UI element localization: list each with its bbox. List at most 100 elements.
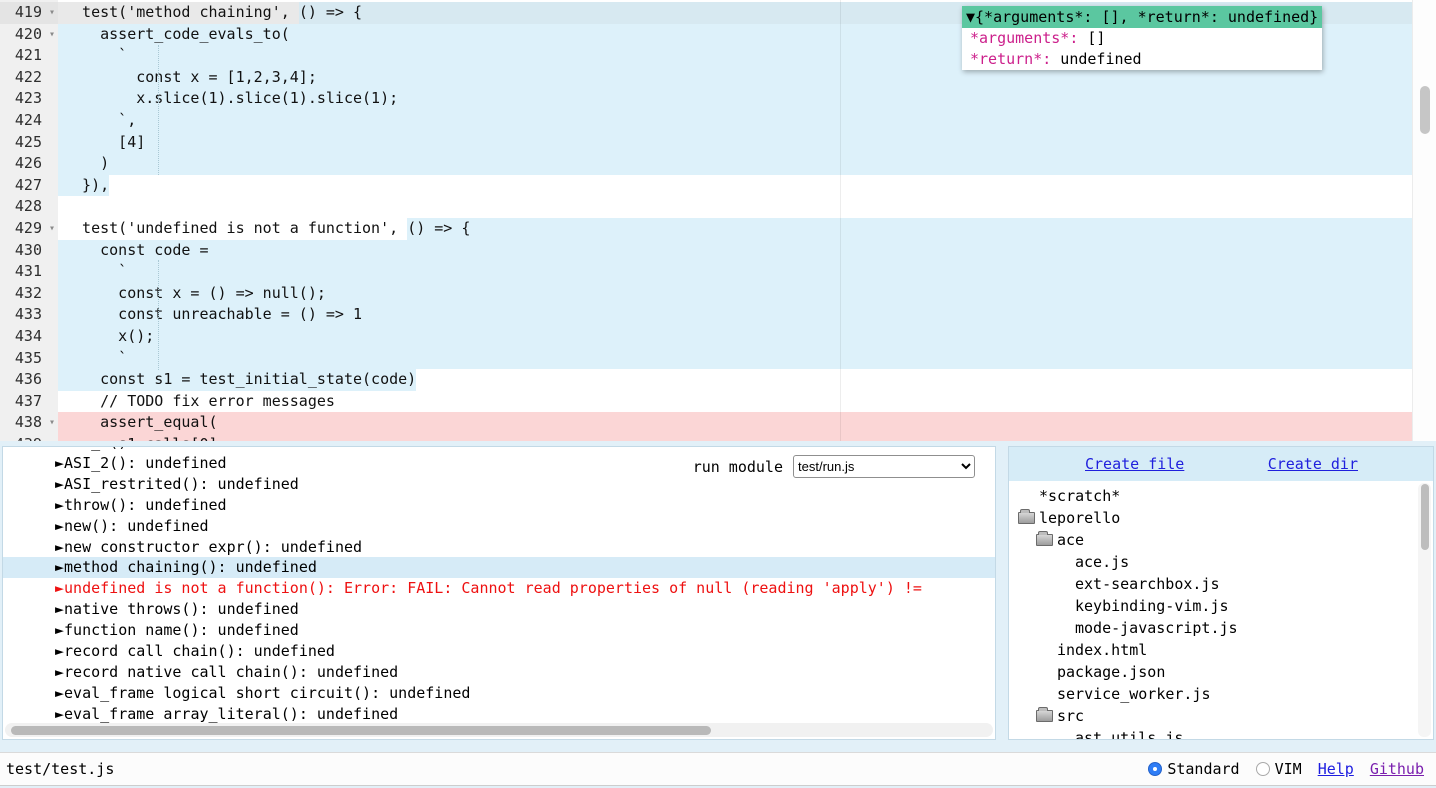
fold-arrow-icon[interactable]: ▾ (49, 24, 55, 46)
fold-arrow-icon[interactable]: ▾ (49, 2, 55, 24)
code-line[interactable]: x.slice(1).slice(1).slice(1); (58, 88, 1412, 110)
indent-guide (158, 45, 159, 175)
tree-folder[interactable]: ace (1009, 529, 1419, 551)
run-module-select[interactable]: test/run.js (793, 455, 975, 478)
code-line[interactable]: // TODO fix error messages (58, 391, 1412, 413)
test-result-row[interactable]: ►record call chain(): undefined (3, 641, 995, 662)
folder-icon (1036, 534, 1053, 546)
fold-arrow-icon[interactable]: ▾ (49, 218, 55, 240)
code-editor[interactable]: 419▾420▾421422423424425426427428429▾4304… (0, 0, 1436, 441)
code-token (64, 240, 100, 262)
expand-icon[interactable]: ► (55, 642, 64, 660)
test-result-row[interactable]: ►method chaining(): undefined (3, 557, 995, 578)
test-result-row[interactable]: ►native throws(): undefined (3, 599, 995, 620)
test-result-row[interactable]: ►new(): undefined (3, 516, 995, 537)
code-line[interactable]: test('undefined is not a function', () =… (58, 218, 1412, 240)
folder-icon (1036, 710, 1053, 722)
value-inspector-tooltip[interactable]: ▼{*arguments*: [], *return*: undefined} … (962, 6, 1322, 70)
create-file-button[interactable]: Create file (1085, 455, 1184, 473)
code-line[interactable]: ` (58, 348, 1412, 370)
output-hscrollbar-thumb[interactable] (11, 726, 711, 735)
code-line[interactable]: const x = [1,2,3,4]; (58, 67, 1412, 89)
tree-folder[interactable]: src (1009, 705, 1419, 727)
value-inspector-row[interactable]: *return*: undefined (962, 49, 1322, 70)
test-result-row[interactable]: ►throw(): undefined (3, 495, 995, 516)
tree-file[interactable]: *scratch* (1009, 485, 1419, 507)
code-token: ` (64, 261, 1412, 283)
keybinding-vim-option[interactable]: VIM (1256, 760, 1302, 778)
expand-icon[interactable]: ► (55, 538, 64, 556)
test-result-row[interactable]: ►eval_frame logical short circuit(): und… (3, 683, 995, 704)
code-token: , (281, 2, 299, 24)
code-line[interactable]: const unreachable = () => 1 (58, 304, 1412, 326)
tree-file[interactable]: ast_utils.js (1009, 727, 1419, 740)
code-line[interactable] (58, 196, 1412, 218)
code-line[interactable]: x(); (58, 326, 1412, 348)
expand-icon[interactable]: ► (55, 558, 64, 576)
tree-file[interactable]: index.html (1009, 639, 1419, 661)
code-line[interactable]: assert_equal( (58, 412, 1412, 434)
file-tree-panel: Create file Create dir *scratch*leporell… (1008, 446, 1434, 740)
code-line[interactable]: const x = () => null(); (58, 283, 1412, 305)
fold-arrow-icon[interactable]: ▾ (49, 412, 55, 434)
keybinding-standard-option[interactable]: Standard (1148, 760, 1239, 778)
code-line[interactable]: [4] (58, 132, 1412, 154)
tree-file[interactable]: keybinding-vim.js (1009, 595, 1419, 617)
tree-file[interactable]: service_worker.js (1009, 683, 1419, 705)
code-line[interactable]: `, (58, 110, 1412, 132)
code-line[interactable]: ` (58, 261, 1412, 283)
output-hscrollbar-track[interactable] (5, 723, 993, 737)
tree-file[interactable]: package.json (1009, 661, 1419, 683)
value-inspector-row[interactable]: *arguments*: [] (962, 28, 1322, 49)
code-line[interactable]: s1.calls[0], (58, 434, 1412, 441)
tree-scrollbar-thumb[interactable] (1421, 484, 1429, 550)
code-line[interactable]: const code = (58, 240, 1412, 262)
tree-file[interactable]: ext-searchbox.js (1009, 573, 1419, 595)
create-dir-button[interactable]: Create dir (1268, 455, 1358, 473)
code-token: s1.calls[0], (64, 434, 1412, 441)
code-token: => (434, 218, 452, 240)
code-line[interactable]: ) (58, 153, 1412, 175)
radio-standard-icon[interactable] (1148, 762, 1162, 776)
expand-icon[interactable]: ► (55, 517, 64, 535)
expand-icon[interactable]: ► (55, 600, 64, 618)
expand-icon[interactable]: ► (55, 454, 64, 472)
tree-folder[interactable]: leporello (1009, 507, 1419, 529)
expand-icon[interactable]: ► (55, 705, 64, 723)
editor-scrollbar-track[interactable] (1412, 0, 1436, 441)
indent-guide (158, 260, 159, 370)
radio-standard-label: Standard (1167, 760, 1239, 778)
value-inspector-header[interactable]: ▼{*arguments*: [], *return*: undefined} (962, 6, 1322, 28)
expand-icon[interactable]: ► (55, 621, 64, 639)
tree-scrollbar-track[interactable] (1418, 483, 1431, 737)
test-result-row[interactable]: ►function name(): undefined (3, 620, 995, 641)
tree-file[interactable]: ace.js (1009, 551, 1419, 573)
line-number: 424 (0, 110, 58, 132)
test-result-row[interactable]: ►ASI_1(): undefined (3, 446, 995, 453)
code-line[interactable]: }), (58, 175, 1412, 197)
tree-item-label: service_worker.js (1057, 683, 1211, 705)
code-token (64, 369, 100, 391)
radio-vim-icon[interactable] (1256, 762, 1270, 776)
expand-icon[interactable]: ► (55, 663, 64, 681)
test-result-row[interactable]: ►eval_frame array_literal(): undefined (3, 704, 995, 725)
tree-file[interactable]: mode-javascript.js (1009, 617, 1419, 639)
expand-icon[interactable]: ► (55, 684, 64, 702)
expand-icon[interactable]: ► (55, 496, 64, 514)
test-result-row[interactable]: ►record native call chain(): undefined (3, 662, 995, 683)
test-result-row-failed[interactable]: ►undefined is not a function(): Error: F… (3, 578, 995, 599)
editor-scrollbar-thumb[interactable] (1420, 86, 1430, 134)
expand-icon[interactable]: ► (55, 579, 64, 597)
code-line[interactable]: const s1 = test_initial_state(code) (58, 369, 1412, 391)
code-token: ] (136, 132, 1412, 154)
line-number: 439 (0, 434, 58, 441)
expand-icon[interactable]: ► (55, 446, 64, 451)
test-result-label: new constructor expr(): undefined (64, 538, 362, 556)
github-link[interactable]: Github (1370, 760, 1424, 778)
expand-icon[interactable]: ► (55, 475, 64, 493)
help-link[interactable]: Help (1318, 760, 1354, 778)
value-value: [] (1078, 29, 1105, 47)
test-result-row[interactable]: ►new constructor expr(): undefined (3, 537, 995, 558)
line-number: 431 (0, 261, 58, 283)
line-left-padding (58, 196, 64, 218)
